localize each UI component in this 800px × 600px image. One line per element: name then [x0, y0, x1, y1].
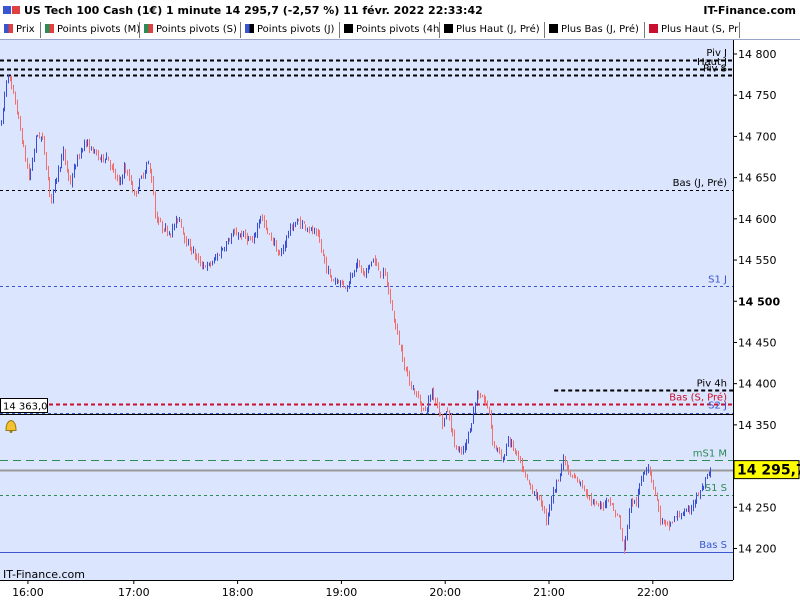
x-tick-label: 22:00 — [637, 586, 669, 599]
pivot-level-label: mS1 M — [693, 448, 727, 459]
pivot-level-label: S1 J — [708, 274, 727, 285]
pivot-level-label: Bas (J, Pré) — [673, 177, 727, 189]
pivot-level-label: Bas S — [699, 540, 727, 551]
price-chart[interactable]: 14 800 14 750 14 700 14 650 14 600 14 550 14 5… — [0, 0, 800, 600]
pivot-level-label: Piv S — [703, 63, 727, 74]
x-tick-label: 17:00 — [118, 586, 150, 599]
y-tick-label: 14 500 — [738, 295, 780, 308]
y-tick-label: 14 350 — [738, 419, 777, 432]
alert-bell-clapper — [9, 430, 13, 433]
y-tick-label: 14 750 — [738, 89, 777, 102]
x-tick-label: 20:00 — [429, 586, 461, 599]
x-tick-label: 19:00 — [326, 586, 358, 599]
pivot-level-label: S1 S — [705, 483, 727, 494]
y-tick-label: 14 550 — [738, 254, 777, 267]
chart-window: US Tech 100 Cash (1€) 1 minute 14 295,7 … — [0, 0, 800, 600]
x-tick-label: 21:00 — [533, 586, 565, 599]
plot-area[interactable] — [0, 40, 733, 580]
y-tick-label: 14 250 — [738, 501, 777, 514]
x-tick-label: 18:00 — [222, 586, 254, 599]
pivot-level-label: S2 J — [708, 401, 727, 412]
y-tick-label: 14 650 — [738, 172, 777, 185]
price-axis — [733, 40, 800, 580]
y-tick-label: 14 200 — [738, 543, 777, 556]
y-tick-label: 14 600 — [738, 213, 777, 226]
y-tick-label: 14 400 — [738, 378, 777, 391]
last-price-label: 14 295,7 — [737, 463, 800, 479]
pivot-level-label: Piv 4h — [697, 378, 727, 389]
y-tick-label: 14 700 — [738, 130, 777, 143]
y-tick-label: 14 800 — [738, 48, 777, 61]
crosshair-price-label: 14 363,0 — [3, 402, 48, 413]
y-tick-label: 14 450 — [738, 336, 777, 349]
x-tick-label: 16:00 — [12, 586, 44, 599]
watermark-label: IT-Finance.com — [3, 568, 85, 581]
